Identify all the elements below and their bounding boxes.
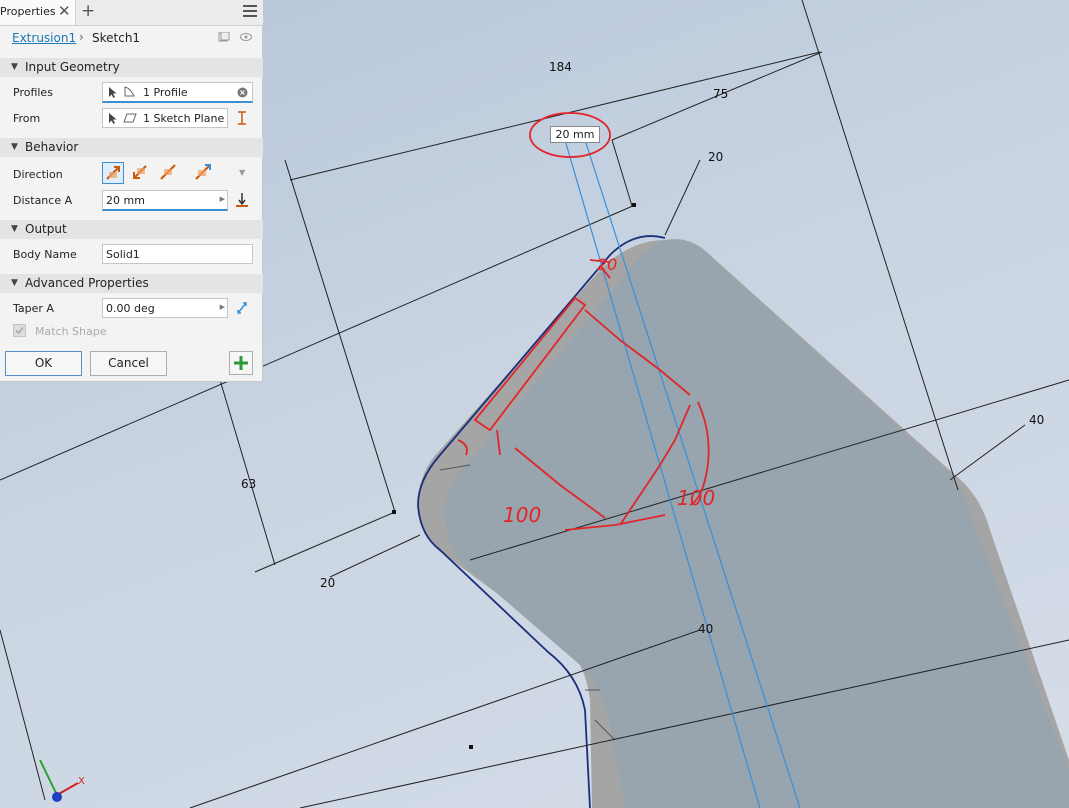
eye-icon[interactable] [240,32,252,42]
close-icon[interactable]: ✕ [58,2,71,20]
menu-icon[interactable] [243,5,257,18]
breadcrumb-current: Sketch1 [92,31,141,45]
collapse-arrow-icon: ▼ [11,224,18,234]
dim-184[interactable]: 184 [549,60,572,74]
direction-label: Direction [13,168,63,181]
dim-20-top[interactable]: 20 [708,150,723,164]
body-name-input[interactable]: Solid1 [102,244,253,264]
extents-icon[interactable] [236,110,248,126]
flyout-arrow-icon[interactable]: ▶ [220,195,225,203]
taper-a-input[interactable]: 0.00 deg ▶ [102,298,228,318]
collapse-arrow-icon: ▼ [11,278,18,288]
cursor-icon [109,113,117,124]
section-output-label: Output [25,222,67,236]
section-output[interactable]: ▼ Output [0,220,263,239]
checkmark-icon [15,326,24,335]
axis-x-label: X [78,776,85,787]
profiles-value: 1 Profile [143,86,188,99]
breadcrumb-parent[interactable]: Extrusion1 [12,31,76,45]
from-selector[interactable]: 1 Sketch Plane [102,108,228,128]
match-shape-label: Match Shape [35,325,107,338]
taper-a-value: 0.00 deg [106,302,155,315]
dropdown-arrow-icon[interactable]: ▼ [239,168,245,177]
collapse-arrow-icon: ▼ [11,142,18,152]
body-name-label: Body Name [13,248,77,261]
distance-callout[interactable]: 20 mm [550,126,600,143]
section-advanced-properties[interactable]: ▼ Advanced Properties [0,274,263,293]
cursor-icon [109,87,117,98]
taper-a-label: Taper A [13,302,54,315]
direction-flipped-icon [133,165,147,179]
body-name-value: Solid1 [106,248,140,261]
dim-63[interactable]: 63 [241,477,256,491]
direction-asymmetric-icon [195,164,211,180]
tab-properties-label: Properties [0,5,56,18]
distance-a-input[interactable]: 20 mm ▶ [102,190,228,211]
cancel-button[interactable]: Cancel [90,351,167,376]
svg-text:100: 100 [677,486,715,510]
sketch-plane-icon [123,113,137,123]
copy-icon[interactable] [218,32,230,42]
direction-symmetric-button[interactable] [158,162,180,184]
measure-icon[interactable] [235,192,249,208]
axis-triad [39,759,79,802]
chevron-right-icon: › [79,30,84,44]
profiles-selector[interactable]: 1 Profile [102,82,253,103]
section-behavior-label: Behavior [25,140,79,154]
direction-asymmetric-button[interactable] [193,162,215,184]
add-tab-icon[interactable]: + [81,1,95,21]
properties-panel: Properties ✕ + Extrusion1 › Sketch1 ▼ In… [0,0,263,382]
collapse-arrow-icon: ▼ [11,62,18,72]
distance-a-label: Distance A [13,194,73,207]
section-advanced-properties-label: Advanced Properties [25,276,149,290]
direction-default-button[interactable] [102,162,124,184]
direction-default-icon [106,166,120,180]
direction-flipped-button[interactable] [130,162,152,184]
flip-taper-icon[interactable] [235,300,249,316]
clear-icon[interactable] [237,87,248,98]
tab-properties[interactable]: Properties ✕ [0,0,76,25]
from-value: 1 Sketch Plane [143,112,225,125]
match-shape-checkbox[interactable] [13,324,26,337]
svg-text:100: 100 [503,503,541,527]
profiles-label: Profiles [13,86,53,99]
plus-icon [234,356,248,370]
panel-tabbar: Properties ✕ + [0,0,263,26]
section-behavior[interactable]: ▼ Behavior [0,138,263,157]
dim-75[interactable]: 75 [713,87,728,101]
profile-icon [124,86,135,97]
section-input-geometry-label: Input Geometry [25,60,120,74]
dim-20-left[interactable]: 20 [320,576,335,590]
flyout-arrow-icon[interactable]: ▶ [220,303,225,311]
dim-40-bottom[interactable]: 40 [698,622,713,636]
svg-text:20: 20 [597,255,617,274]
direction-symmetric-icon [160,164,176,180]
apply-plus-button[interactable] [229,351,253,375]
distance-a-value: 20 mm [106,194,145,207]
section-input-geometry[interactable]: ▼ Input Geometry [0,58,263,77]
from-label: From [13,112,41,125]
ok-button[interactable]: OK [5,351,82,376]
dim-40-right[interactable]: 40 [1029,413,1044,427]
